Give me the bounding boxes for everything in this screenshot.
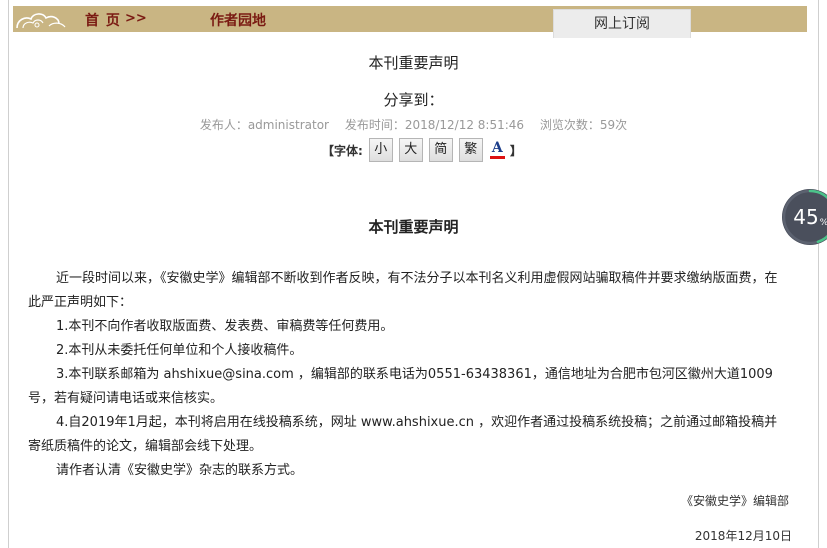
- traditional-chinese-button[interactable]: 繁: [458, 138, 483, 162]
- page-right-border: [818, 0, 819, 548]
- paragraph-item-1: 1.本刊不向作者收取版面费、发表费、审稿费等任何费用。: [56, 319, 394, 334]
- font-large-button[interactable]: 大: [398, 138, 423, 162]
- body-title: 本刊重要声明: [368, 218, 459, 236]
- publish-time: 发布时间：2018/12/12 8:51:46: [344, 118, 525, 132]
- font-color-icon: A: [491, 140, 503, 156]
- font-label-close: 】: [509, 143, 522, 158]
- paragraph-item-3: 3.本刊联系邮箱为 ahshixue@sina.com ，编辑部的联系电话为05…: [28, 367, 773, 406]
- nav-home-link[interactable]: 首 页: [85, 10, 121, 30]
- page-left-border: [8, 0, 9, 548]
- simplified-chinese-button[interactable]: 简: [428, 138, 453, 162]
- cloud-ornament-icon: [16, 13, 66, 29]
- nav-bar: 首 页 >> 作者园地 网上订阅: [13, 6, 807, 38]
- article-date: 2018年12月10日: [694, 529, 792, 543]
- font-label: 【字体:: [322, 143, 363, 158]
- font-color-button[interactable]: A: [489, 139, 507, 161]
- view-count: 浏览次数：59次: [539, 118, 628, 132]
- font-small-button[interactable]: 小: [368, 138, 393, 162]
- font-controls: 【字体: 小 大 简 繁 A 】: [322, 138, 522, 162]
- breadcrumb-current-section[interactable]: 作者园地: [210, 10, 266, 30]
- signature: 《安徽史学》编辑部: [680, 494, 789, 508]
- paragraph-closing: 请作者认清《安徽史学》杂志的联系方式。: [56, 463, 304, 478]
- paragraph-item-2: 2.本刊从未委托任何单位和个人接收稿件。: [56, 343, 303, 358]
- share-label[interactable]: 分享到：: [0, 89, 827, 110]
- article-meta: 发布人：administrator 发布时间：2018/12/12 8:51:4…: [0, 116, 827, 133]
- publisher-info: 发布人：administrator: [199, 118, 329, 132]
- subscribe-tab[interactable]: 网上订阅: [553, 9, 691, 38]
- breadcrumb-separator: >>: [125, 11, 147, 26]
- paragraph-intro: 近一段时间以来，《安徽史学》编辑部不断收到作者反映，有不法分子以本刊名义利用虚假…: [28, 271, 778, 310]
- paragraph-item-4: 4.自2019年1月起，本刊将启用在线投稿系统，网址 www.ahshixue.…: [28, 415, 778, 454]
- article-title: 本刊重要声明: [368, 54, 459, 72]
